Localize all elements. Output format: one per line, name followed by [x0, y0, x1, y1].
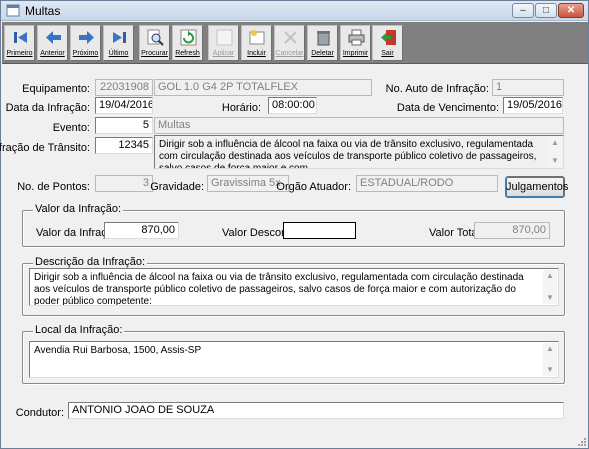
descricao-scrollbar[interactable]: ▲ ▼	[543, 270, 557, 304]
equipamento-description-field[interactable]: GOL 1.0 G4 2P TOTALFLEX	[154, 79, 372, 96]
first-record-icon	[14, 32, 27, 43]
next-button[interactable]: Próximo	[70, 25, 101, 61]
title-bar: Multas – □ ✕	[1, 1, 588, 21]
pontos-label: No. de Pontos:	[17, 181, 90, 193]
local-infracao-text: Avendia Rui Barbosa, 1500, Assis-SP	[34, 345, 202, 356]
app-icon	[6, 4, 20, 17]
condutor-label: Condutor:	[15, 407, 64, 419]
infracao-transito-description[interactable]: Dirigir sob a influência de álcool na fa…	[154, 135, 564, 169]
data-vencimento-field[interactable]: 19/05/2016	[503, 97, 563, 114]
minimize-button[interactable]: –	[512, 3, 534, 18]
delete-button[interactable]: Deletar	[307, 25, 338, 61]
condutor-field[interactable]: ANTONIO JOAO DE SOUZA	[68, 402, 564, 419]
evento-code-field[interactable]: 5	[95, 117, 153, 134]
orgao-field[interactable]: ESTADUAL/RODO	[356, 175, 498, 192]
first-button[interactable]: Primeiro	[4, 25, 35, 61]
orgao-label: Orgão Atuador:	[276, 181, 351, 193]
search-button[interactable]: Procurar	[139, 25, 170, 61]
valor-infracao-group-title: Valor da Infração:	[33, 203, 124, 215]
infracao-transito-label: Infração de Trânsito:	[0, 142, 90, 154]
delete-icon	[317, 31, 330, 46]
exit-button[interactable]: Sair	[372, 25, 403, 61]
descricao-infracao-textarea[interactable]: Dirigir sob a influência de álcool na fa…	[29, 268, 559, 306]
pontos-field[interactable]: 3	[95, 175, 153, 192]
evento-label: Evento:	[52, 122, 90, 134]
previous-button[interactable]: Anterior	[37, 25, 68, 61]
insert-button[interactable]: Incluir	[241, 25, 272, 61]
data-infracao-label: Data da Infração:	[5, 102, 90, 114]
equipamento-label: Equipamento:	[22, 83, 90, 95]
local-scrollbar[interactable]: ▲ ▼	[543, 343, 557, 376]
close-icon: ✕	[566, 5, 576, 16]
print-icon	[348, 29, 365, 46]
infracao-transito-scrollbar[interactable]: ▲ ▼	[548, 137, 562, 167]
scroll-down-icon[interactable]: ▼	[543, 364, 557, 376]
close-button[interactable]: ✕	[558, 3, 584, 18]
window-title: Multas	[25, 4, 61, 18]
evento-description-field[interactable]: Multas	[154, 117, 564, 134]
infracao-transito-code-field[interactable]: 12345	[95, 137, 153, 154]
valor-desconto-field[interactable]	[283, 222, 356, 239]
data-vencimento-label: Data de Vencimento:	[396, 102, 499, 114]
exit-icon	[381, 30, 396, 45]
scroll-up-icon[interactable]: ▲	[543, 270, 557, 282]
local-infracao-group-title: Local da Infração:	[33, 324, 125, 336]
print-button[interactable]: Imprimir	[340, 25, 371, 61]
data-infracao-field[interactable]: 19/04/2016	[95, 97, 153, 114]
horario-field[interactable]: 08:00:00	[268, 97, 317, 114]
last-button[interactable]: Último	[103, 25, 134, 61]
previous-record-icon	[46, 31, 61, 44]
auto-infracao-field[interactable]: 1	[492, 79, 564, 96]
valor-infracao-field[interactable]: 870,00	[104, 222, 179, 239]
cancel-button[interactable]: Cancelar	[274, 25, 305, 61]
toolbar: Primeiro Anterior Próximo Último Procura…	[2, 22, 588, 64]
scroll-up-icon[interactable]: ▲	[543, 343, 557, 355]
apply-button[interactable]: Aplicar	[208, 25, 239, 61]
descricao-infracao-group-title: Descrição da Infração:	[33, 256, 148, 268]
descricao-infracao-text: Dirigir sob a influência de álcool na fa…	[34, 272, 524, 306]
refresh-button[interactable]: Refresh	[172, 25, 203, 61]
apply-icon	[216, 29, 233, 46]
search-icon	[147, 29, 164, 46]
maximize-icon: □	[542, 5, 550, 16]
last-record-icon	[113, 32, 126, 43]
refresh-icon	[180, 29, 197, 46]
maximize-button[interactable]: □	[535, 3, 557, 18]
valor-total-field[interactable]: 870,00	[474, 222, 550, 239]
gravidade-label: Gravidade:	[150, 181, 204, 193]
scroll-down-icon[interactable]: ▼	[548, 155, 562, 167]
cancel-icon	[284, 31, 297, 44]
horario-label: Horário:	[221, 102, 261, 114]
minimize-icon: –	[520, 5, 526, 16]
insert-icon	[249, 30, 265, 45]
equipamento-code-field[interactable]: 22031908	[95, 79, 153, 96]
local-infracao-textarea[interactable]: Avendia Rui Barbosa, 1500, Assis-SP ▲ ▼	[29, 341, 559, 378]
auto-infracao-label: No. Auto de Infração:	[385, 83, 489, 95]
julgamentos-button[interactable]: Julgamentos	[505, 176, 568, 198]
infracao-transito-text: Dirigir sob a influência de álcool na fa…	[159, 139, 537, 169]
scroll-up-icon[interactable]: ▲	[548, 137, 562, 149]
next-record-icon	[79, 31, 94, 44]
resize-grip-icon[interactable]	[575, 435, 587, 447]
multas-window: Multas – □ ✕ Primeiro Anterior Próximo Ú…	[0, 0, 589, 449]
scroll-down-icon[interactable]: ▼	[543, 292, 557, 304]
